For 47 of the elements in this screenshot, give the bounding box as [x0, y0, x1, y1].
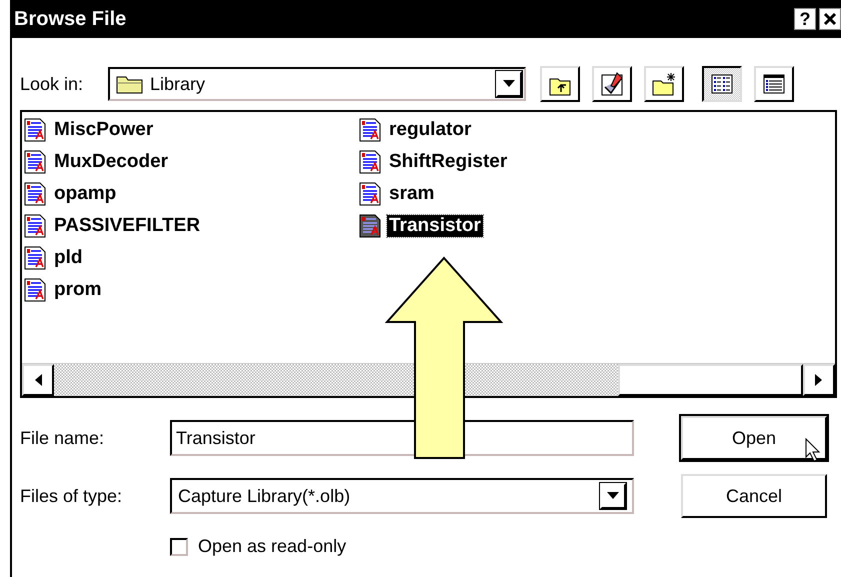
document-icon — [24, 214, 46, 238]
file-item[interactable]: ShiftRegister — [387, 151, 510, 173]
new-folder-icon — [651, 71, 677, 97]
desktop-view-button[interactable] — [592, 66, 632, 102]
open-button[interactable]: Open — [681, 416, 827, 460]
document-icon — [359, 182, 381, 206]
close-button[interactable] — [819, 8, 841, 30]
file-type-dropdown[interactable]: Capture Library(*.olb) — [170, 478, 634, 514]
newfolder-view-button[interactable] — [644, 66, 684, 102]
left-arrow-icon — [34, 374, 42, 386]
up-view-button[interactable] — [540, 66, 580, 102]
document-icon — [24, 278, 46, 302]
file-item[interactable]: prom — [52, 279, 104, 301]
close-icon — [823, 12, 837, 26]
look-in-label: Look in: — [20, 74, 84, 94]
read-only-checkbox[interactable] — [170, 538, 188, 556]
file-item[interactable]: regulator — [387, 119, 474, 141]
file-type-label: Files of type: — [20, 486, 124, 506]
file-item[interactable]: MuxDecoder — [52, 151, 170, 173]
right-arrow-icon — [815, 374, 823, 386]
pencil-icon — [599, 71, 625, 97]
scrollbar-thumb[interactable] — [618, 364, 803, 396]
file-item[interactable]: sram — [387, 183, 436, 205]
look-in-value: Library — [150, 74, 206, 94]
read-only-label[interactable]: Open as read-only — [198, 536, 358, 557]
look-in-dropdown[interactable]: Library — [108, 67, 526, 101]
document-icon — [24, 150, 46, 174]
scroll-right-button[interactable] — [803, 364, 835, 396]
file-item[interactable]: opamp — [52, 183, 118, 205]
cancel-button[interactable]: Cancel — [681, 474, 827, 518]
window-title: Browse File — [14, 8, 128, 30]
file-item[interactable]: MiscPower — [52, 119, 156, 141]
list-view-button[interactable] — [702, 66, 742, 102]
document-icon — [359, 214, 381, 238]
document-icon — [359, 150, 381, 174]
scroll-left-button[interactable] — [22, 364, 54, 396]
mouse-cursor-icon — [805, 438, 821, 462]
details-view-button[interactable] — [754, 66, 794, 102]
file-item[interactable]: PASSIVEFILTER — [52, 215, 202, 237]
document-icon — [24, 118, 46, 142]
help-button[interactable]: ? — [794, 8, 816, 30]
document-icon — [359, 118, 381, 142]
file-item[interactable]: Transistor — [387, 215, 483, 237]
folder-icon — [116, 74, 144, 94]
document-icon — [24, 182, 46, 206]
file-item[interactable]: pld — [52, 247, 84, 269]
document-icon — [24, 246, 46, 270]
